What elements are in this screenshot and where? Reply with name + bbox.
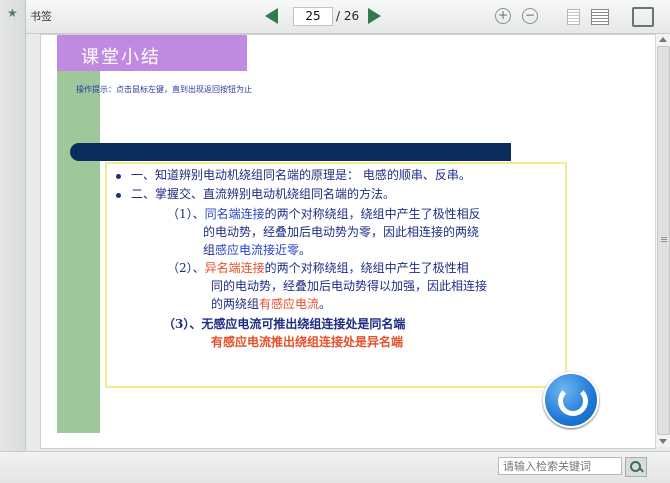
bookmark-sidebar-tab[interactable]: ★	[0, 0, 26, 482]
method-1-prefix: （1）、	[167, 207, 205, 221]
method-1-rest: 的两个对称绕组，绕组中产生了极性相反	[264, 207, 481, 221]
summary-line-1: 一、知道辨别电动机绕组同名端的原理是： 电感的顺串、反串。	[131, 168, 471, 182]
method-1-key: 同名端连接	[204, 207, 265, 221]
zoom-out-icon[interactable]: −	[522, 8, 538, 24]
scroll-up-icon[interactable]	[659, 37, 667, 42]
document-page: 课堂小结 操作提示：点击鼠标左键，直到出现返回按钮为止 一、知道辨别电动机绕组同…	[40, 34, 656, 449]
method-2-rest: 的两个对称绕组，绕组中产生了极性相	[264, 261, 469, 275]
method-2-l3b: 有感应电流	[259, 297, 320, 311]
bottom-toolbar	[0, 451, 670, 483]
method-2-l3c: 。	[319, 297, 332, 311]
star-icon: ★	[7, 6, 18, 20]
operation-tip: 操作提示：点击鼠标左键，直到出现返回按钮为止	[76, 85, 252, 94]
slide-title-block: 课堂小结	[57, 35, 247, 71]
double-page-view-icon[interactable]	[591, 9, 609, 25]
method-1-l3a: 组	[203, 243, 216, 257]
slide-title: 课堂小结	[81, 47, 161, 68]
scrollbar-thumb[interactable]	[657, 46, 670, 435]
summary-line-2: 二、掌握交、直流辨别电动机绕组同名端的方法。	[131, 187, 396, 201]
method-3-line-1: （3）、无感应电流可推出绕组连接处是同名端	[163, 317, 406, 331]
next-page-icon[interactable]	[368, 8, 381, 24]
vertical-scrollbar[interactable]	[655, 34, 670, 447]
top-toolbar: 书签 25 / 26 + −	[0, 0, 670, 34]
method-2-line-2: 同的电动势，经叠加后电动势得以加强，因此相连接	[211, 279, 488, 293]
method-1-line-3: 组感应电流接近零。	[203, 241, 311, 258]
bullet-2	[116, 193, 121, 198]
search-input[interactable]	[498, 457, 622, 475]
fullscreen-icon[interactable]	[632, 7, 654, 27]
bullet-1	[116, 174, 121, 179]
method-2-line-3: 的两绕组有感应电流。	[211, 295, 331, 312]
single-page-view-icon[interactable]	[567, 9, 580, 25]
method-1-l3b: 感应电流接近零	[215, 243, 300, 257]
bookmark-label[interactable]: 书签	[30, 8, 52, 24]
method-1-line-2: 的电动势，经叠加后电动势为零，因此相连接的两绕	[203, 225, 480, 239]
method-2-line-1: （2）、异名端连接的两个对称绕组，绕组中产生了极性相	[167, 259, 469, 276]
method-1-line-1: （1）、同名端连接的两个对称绕组，绕组中产生了极性相反	[167, 205, 481, 222]
return-arrow-icon	[558, 386, 588, 416]
method-1-l3c: 。	[299, 243, 312, 257]
slide-header-bar	[70, 143, 511, 161]
page-number-input[interactable]: 25	[293, 7, 333, 26]
return-button[interactable]	[543, 372, 599, 428]
scroll-grip-icon	[661, 237, 667, 243]
method-2-key: 异名端连接	[204, 261, 265, 275]
method-3-line-2: 有感应电流推出绕组连接处是异名端	[211, 335, 404, 349]
method-2-l3a: 的两绕组	[211, 297, 260, 311]
zoom-in-icon[interactable]: +	[495, 8, 511, 24]
prev-page-icon[interactable]	[265, 8, 278, 24]
method-2-prefix: （2）、	[167, 261, 205, 275]
search-icon[interactable]	[625, 457, 647, 477]
page-total: / 26	[336, 9, 360, 23]
scroll-down-icon[interactable]	[659, 439, 667, 444]
